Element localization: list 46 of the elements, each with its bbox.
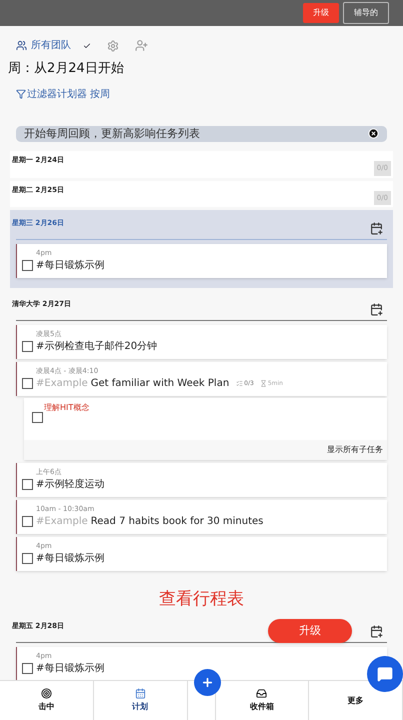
subtask-title: 理解HIT概念 bbox=[44, 402, 90, 414]
week-title: 周：从2月24日开始 bbox=[7, 60, 125, 78]
nav-tab[interactable]: 计划 bbox=[94, 681, 188, 720]
task-checkbox[interactable] bbox=[22, 260, 33, 271]
task-checkbox[interactable] bbox=[22, 553, 33, 564]
calendar-add-icon[interactable] bbox=[370, 624, 383, 638]
team-icon bbox=[16, 40, 27, 51]
target-icon bbox=[40, 688, 52, 699]
task-title: Read 7 habits book for 30 minutes bbox=[90, 515, 264, 529]
upgrade-button[interactable]: 升级 bbox=[303, 3, 339, 23]
task-checkbox[interactable] bbox=[22, 479, 33, 490]
task-title: #每日锻炼示例 bbox=[36, 259, 104, 273]
task-title: #每日锻炼示例 bbox=[36, 552, 104, 566]
task-checkbox[interactable] bbox=[22, 341, 33, 352]
calendar-icon bbox=[134, 688, 146, 699]
check-icon bbox=[83, 42, 91, 50]
settings-icon[interactable] bbox=[107, 40, 119, 52]
subtask-card[interactable]: 理解HIT概念 bbox=[24, 398, 387, 440]
task-title: #示例轻度运动 bbox=[36, 478, 104, 492]
plus-icon bbox=[201, 676, 214, 689]
task-checkbox[interactable] bbox=[32, 412, 43, 423]
close-icon[interactable] bbox=[368, 128, 379, 140]
checklist-icon bbox=[236, 380, 244, 387]
task-tag: #Example bbox=[36, 376, 88, 391]
nav-tab[interactable]: 击中 bbox=[0, 681, 94, 720]
calendar-add-icon[interactable] bbox=[370, 222, 383, 235]
view-schedule-link[interactable]: 查看行程表 bbox=[159, 587, 244, 612]
inbox-icon bbox=[256, 688, 268, 699]
task-tag: #Example bbox=[36, 514, 88, 529]
task-checkbox[interactable] bbox=[22, 378, 33, 389]
task-title: Get familiar with Week Plan bbox=[90, 377, 230, 391]
filter-icon bbox=[16, 89, 26, 99]
task-title: #每日锻炼示例 bbox=[36, 662, 104, 676]
calendar-add-icon[interactable] bbox=[370, 303, 383, 316]
task-title: #示例检查电子邮件20分钟 bbox=[36, 340, 158, 354]
chat-icon bbox=[377, 666, 393, 682]
coaching-button[interactable]: 辅导的 bbox=[343, 2, 389, 24]
add-user-icon[interactable] bbox=[135, 39, 148, 52]
filter-link[interactable]: 过滤器计划器 按周 bbox=[0, 86, 403, 102]
task-checkbox[interactable] bbox=[22, 662, 33, 674]
banner-text: 开始每周回顾，更新高影响任务列表 bbox=[24, 126, 200, 142]
show-all-subtasks-link[interactable]: 显示所有子任务 bbox=[327, 444, 383, 456]
task-checkbox[interactable] bbox=[22, 516, 33, 527]
floating-upgrade-button[interactable]: 升级 bbox=[268, 619, 352, 643]
team-selector[interactable]: 所有团队 bbox=[16, 38, 91, 53]
hourglass-icon bbox=[260, 380, 267, 387]
